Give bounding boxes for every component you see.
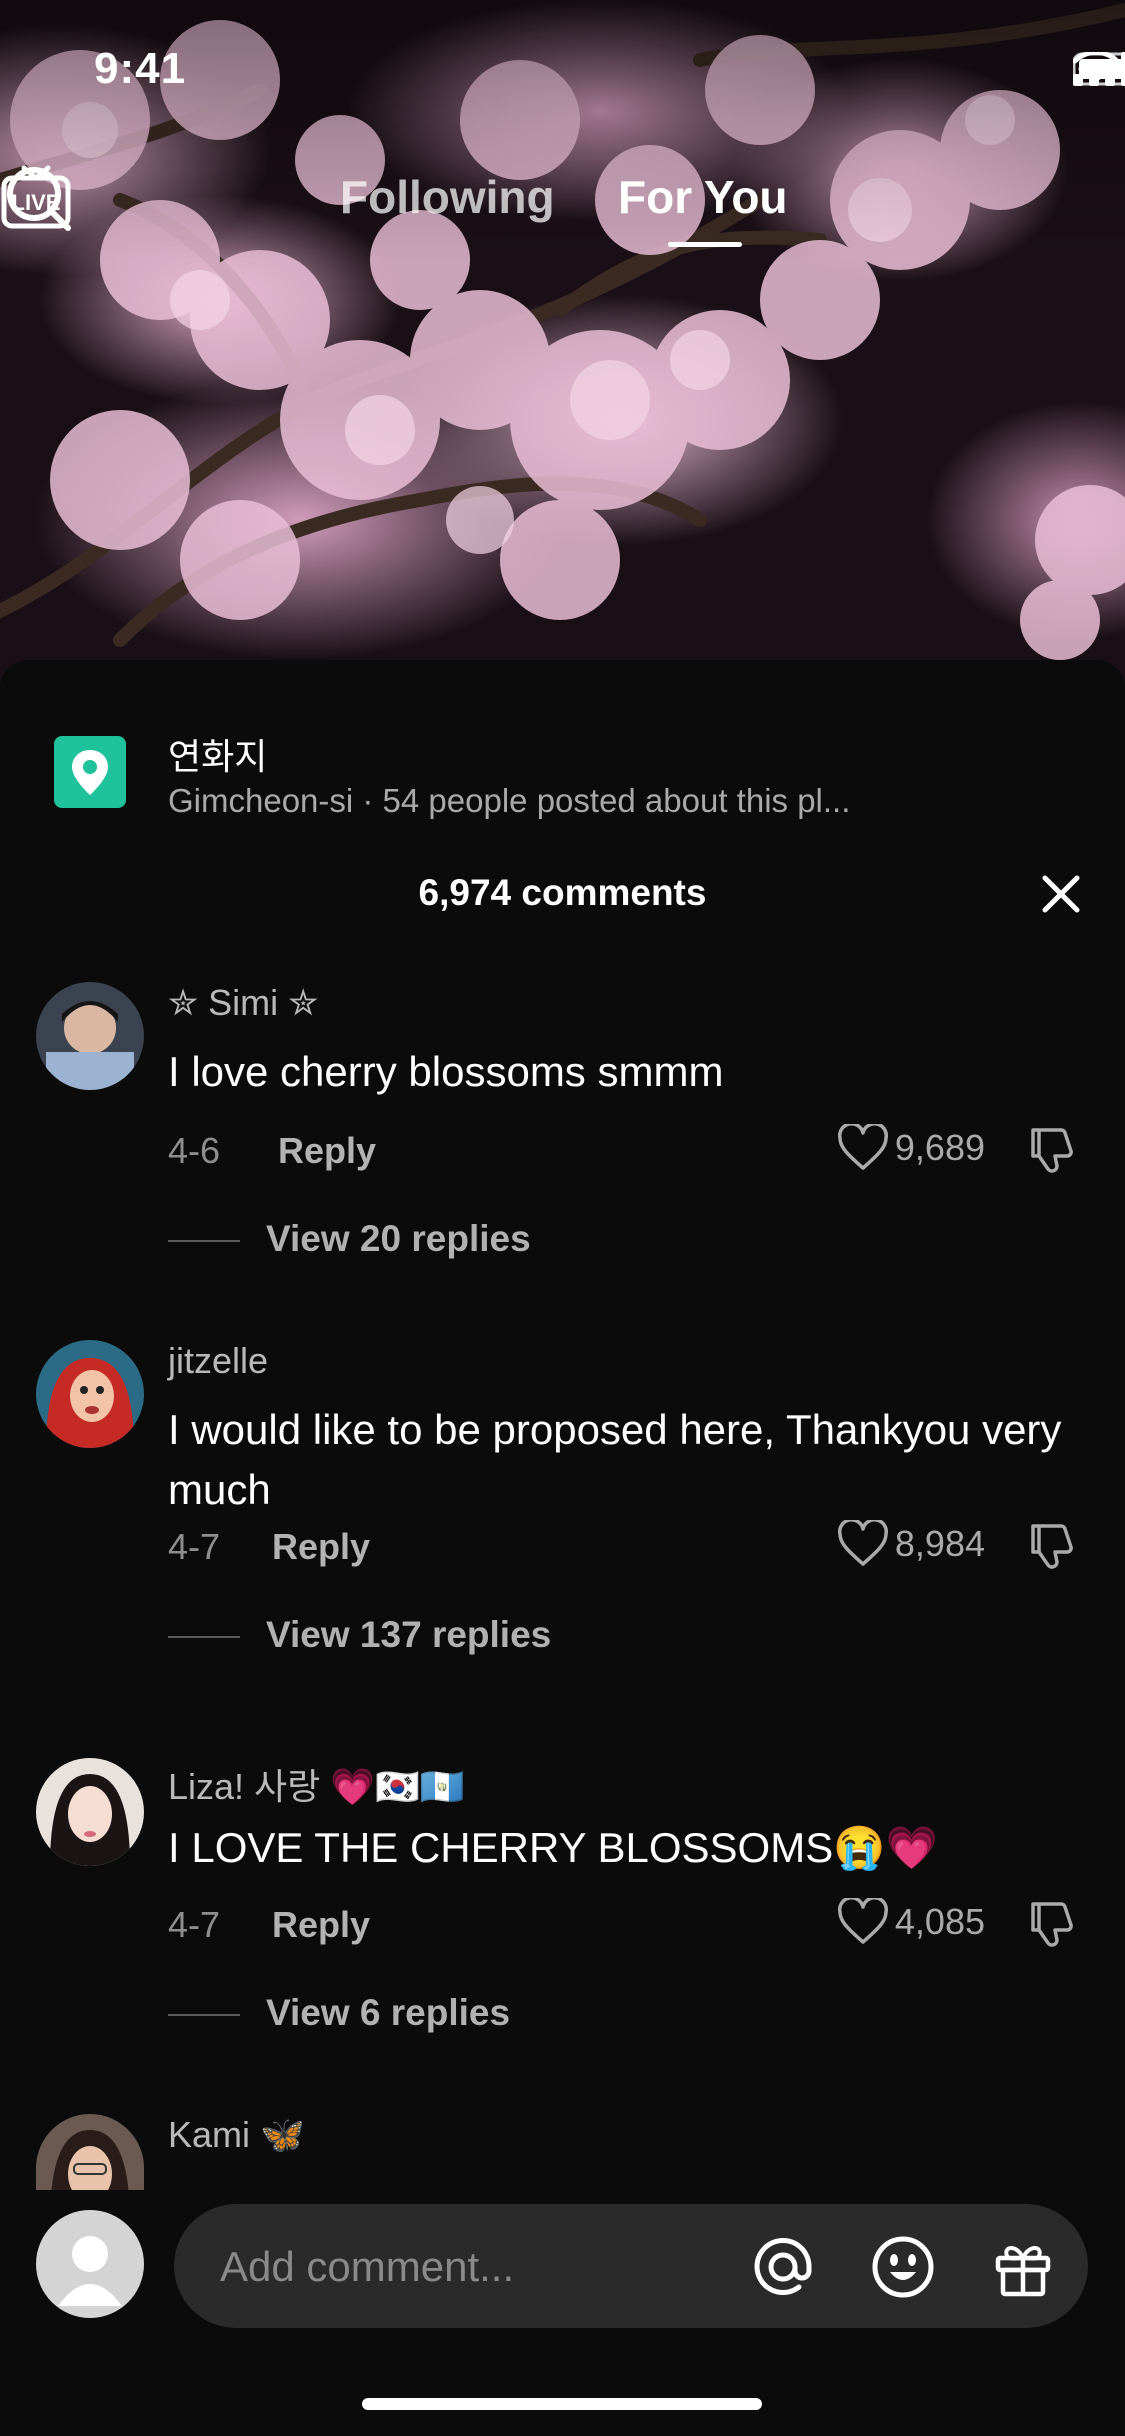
active-tab-indicator	[668, 242, 742, 247]
tab-for-you[interactable]: For You	[618, 170, 788, 224]
comment-composer	[0, 2190, 1125, 2330]
avatar[interactable]	[36, 2114, 144, 2194]
gift-icon[interactable]	[990, 2234, 1056, 2300]
search-icon[interactable]	[0, 160, 76, 236]
place-title: 연화지	[168, 736, 268, 777]
comment-input-container	[174, 2204, 1088, 2330]
battery-icon	[1073, 52, 1125, 86]
like-count: 8,984	[894, 1523, 985, 1564]
comment-input[interactable]	[218, 2204, 682, 2330]
close-icon[interactable]	[1033, 866, 1089, 922]
top-navigation: LIVE Following For You	[0, 160, 1125, 250]
video-background[interactable]: 9:41 LIVE Following For You	[0, 0, 1125, 700]
view-replies-button[interactable]: View 137 replies	[168, 1614, 551, 1656]
like-button[interactable]: 9,689	[837, 1124, 985, 1172]
dislike-icon[interactable]	[1025, 1122, 1081, 1178]
comment-item: jitzelle I would like to be proposed her…	[0, 1340, 1125, 1720]
tab-following[interactable]: Following	[340, 170, 555, 224]
emoji-icon[interactable]	[870, 2234, 936, 2300]
view-replies-label: View 20 replies	[266, 1218, 531, 1259]
divider-line	[168, 1636, 240, 1639]
view-replies-label: View 6 replies	[266, 1992, 511, 2033]
reply-button[interactable]: Reply	[272, 1904, 370, 1946]
default-user-icon	[58, 2236, 122, 2306]
comment-meta: 4-7 Reply	[168, 1904, 370, 1946]
comment-meta: 4-7 Reply	[168, 1526, 370, 1568]
comment-meta: 4-6 Reply	[168, 1130, 376, 1172]
reply-button[interactable]: Reply	[278, 1130, 376, 1172]
status-time: 9:41	[94, 44, 187, 93]
dislike-icon[interactable]	[1025, 1518, 1081, 1574]
comment-item: Liza! 사랑 💗🇰🇷🇬🇹 I LOVE THE CHERRY BLOSSOM…	[0, 1758, 1125, 2098]
comment-username[interactable]: jitzelle	[168, 1340, 268, 1382]
comments-sheet: 연화지 Gimcheon-si · 54 people posted about…	[0, 660, 1125, 2436]
dislike-icon[interactable]	[1025, 1896, 1081, 1952]
place-subtitle: Gimcheon-si · 54 people posted about thi…	[168, 782, 851, 819]
like-count: 4,085	[894, 1901, 985, 1942]
comment-date: 4-7	[168, 1904, 221, 1945]
home-indicator[interactable]	[362, 2398, 762, 2410]
view-replies-button[interactable]: View 20 replies	[168, 1218, 531, 1260]
avatar[interactable]	[36, 982, 144, 1090]
like-count: 9,689	[894, 1127, 985, 1168]
comments-header: 6,974 comments	[0, 860, 1125, 920]
avatar[interactable]	[36, 1340, 144, 1448]
place-banner[interactable]: 연화지 Gimcheon-si · 54 people posted about…	[0, 690, 1125, 819]
comment-text: I love cherry blossoms smmm	[168, 1048, 724, 1095]
comment-username[interactable]: Kami 🦋	[168, 2114, 305, 2156]
location-pin-icon	[54, 736, 126, 808]
comment-item: Kami 🦋	[0, 2114, 1125, 2194]
like-button[interactable]: 8,984	[837, 1520, 985, 1568]
view-replies-button[interactable]: View 6 replies	[168, 1992, 510, 2034]
heart-icon	[837, 1898, 888, 1944]
mention-icon[interactable]	[750, 2234, 816, 2300]
avatar[interactable]	[36, 1758, 144, 1866]
comment-date: 4-6	[168, 1130, 221, 1171]
divider-line	[168, 2014, 240, 2017]
comments-count: 6,974 comments	[418, 872, 707, 913]
divider-line	[168, 1240, 240, 1243]
comment-username[interactable]: Liza! 사랑 💗🇰🇷🇬🇹	[168, 1758, 465, 1810]
like-button[interactable]: 4,085	[837, 1898, 985, 1946]
reply-button[interactable]: Reply	[272, 1526, 370, 1568]
status-bar: 9:41	[0, 0, 1125, 140]
comment-text: I would like to be proposed here, Thanky…	[168, 1406, 1062, 1513]
heart-icon	[837, 1520, 888, 1566]
view-replies-label: View 137 replies	[266, 1614, 552, 1655]
comment-username[interactable]: ✮ Simi ✮	[168, 982, 318, 1024]
comment-text: I LOVE THE CHERRY BLOSSOMS😭💗	[168, 1824, 938, 1871]
my-avatar[interactable]	[36, 2210, 144, 2318]
comment-date: 4-7	[168, 1526, 221, 1567]
heart-icon	[837, 1124, 888, 1170]
comment-item: ✮ Simi ✮ I love cherry blossoms smmm 4-6…	[0, 982, 1125, 1312]
